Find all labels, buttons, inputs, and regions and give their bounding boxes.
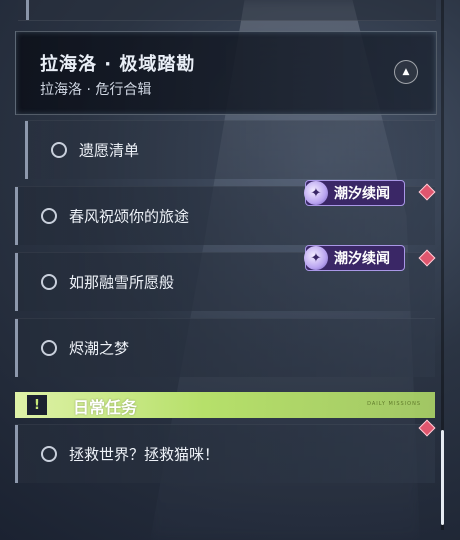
notice-icon: ! [27, 395, 47, 415]
previous-list-item [18, 0, 436, 21]
quest-item[interactable]: 烬潮之梦 [15, 318, 435, 377]
daily-section-badge: DAILY MISSIONS [367, 401, 421, 407]
event-tag: ✦ 潮汐续闻 [304, 245, 405, 271]
chevron-up-icon[interactable]: ▲ [394, 60, 418, 84]
quest-status-icon [41, 208, 57, 224]
quest-status-icon [51, 142, 67, 158]
quest-label: 遗愿清单 [79, 141, 140, 160]
tidal-event-icon: ✦ [304, 181, 328, 205]
quest-label: 拯救世界？拯救猫咪！ [69, 445, 220, 464]
quest-group-title: 拉海洛 · 极域踏勘 [40, 54, 196, 75]
quest-label: 如那融雪所愿般 [69, 273, 175, 292]
daily-section-title: 日常任务 [73, 398, 138, 417]
tidal-event-icon: ✦ [304, 246, 328, 270]
quest-status-icon [41, 340, 57, 356]
quest-item[interactable]: 遗愿清单 [25, 120, 435, 179]
scrollbar-thumb[interactable] [441, 430, 444, 525]
quest-status-icon [41, 274, 57, 290]
quest-group-header[interactable]: 拉海洛 · 极域踏勘 拉海洛 · 危行合辑 ▲ [15, 31, 437, 115]
daily-quest-item[interactable]: 拯救世界？拯救猫咪！ [15, 424, 435, 483]
event-tag: ✦ 潮汐续闻 [304, 180, 405, 206]
daily-section-header[interactable]: ! 日常任务 DAILY MISSIONS [15, 392, 435, 418]
quest-label: 春风祝颂你的旅途 [69, 207, 190, 226]
quest-group-subtitle: 拉海洛 · 危行合辑 [40, 82, 152, 98]
quest-status-icon [41, 446, 57, 462]
quest-label: 烬潮之梦 [69, 339, 130, 358]
